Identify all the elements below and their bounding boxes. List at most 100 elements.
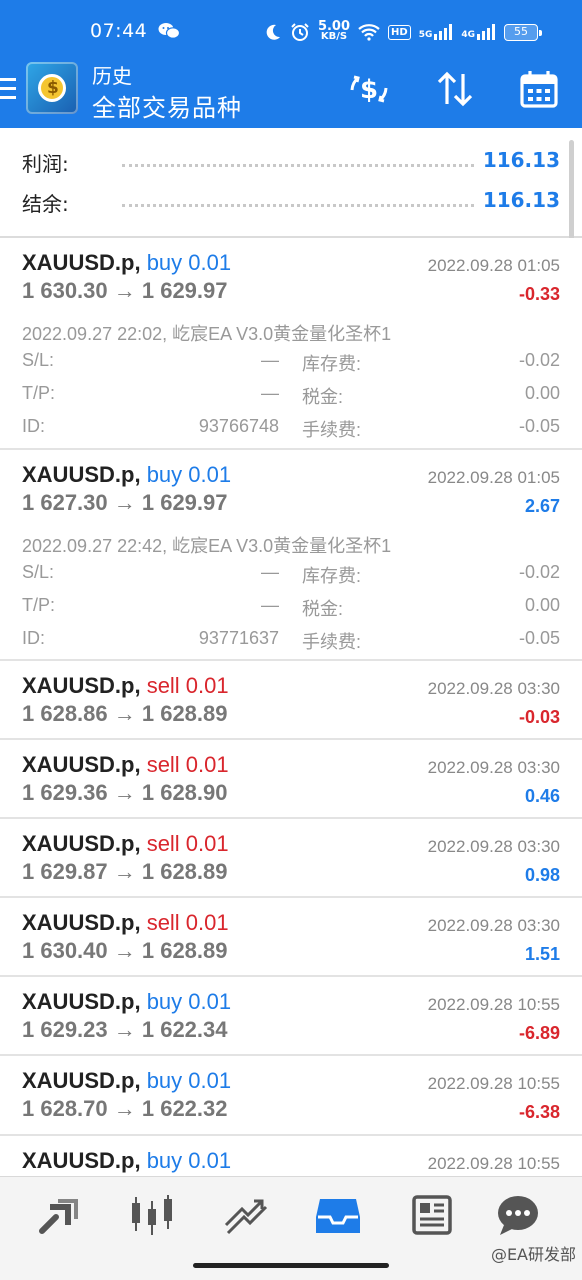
sort-icon[interactable] — [434, 68, 476, 110]
deal-detail-row: T/P: — 税金: 0.00 — [22, 383, 560, 407]
profit-value: 116.13 — [482, 148, 560, 172]
deal-detail-row: ID: 93771637 手续费: -0.05 — [22, 628, 560, 652]
deal-symbol-line: XAUUSD.p, sell 0.01 — [22, 831, 229, 857]
balance-row: 结余: 116.13 — [22, 188, 562, 218]
deal-profit: -6.38 — [518, 1102, 560, 1122]
deal-type: sell 0.01 — [146, 752, 229, 777]
svg-text:$: $ — [360, 75, 378, 105]
history-summary: 利润: 116.13 结余: 116.13 — [0, 128, 582, 238]
deal-type: sell 0.01 — [146, 673, 229, 698]
alarm-icon — [291, 23, 309, 41]
bottom-navigation: @EA研发部 — [0, 1176, 582, 1280]
tp-value: — — [261, 383, 279, 403]
deal-detail-row: S/L: — 库存费: -0.02 — [22, 562, 560, 586]
deal-close-time: 2022.09.28 10:55 — [427, 1154, 560, 1173]
deal-profit: 1.51 — [524, 944, 560, 964]
sl-label: S/L: — [22, 350, 55, 370]
symbol-filter[interactable]: 全部交易品种 — [92, 88, 242, 123]
sl-value: — — [261, 350, 279, 370]
deal-symbol-line: XAUUSD.p, buy 0.01 — [22, 250, 231, 276]
fee-value: -0.05 — [518, 416, 560, 436]
deal-item[interactable]: XAUUSD.p, sell 0.01 2022.09.28 03:30 1 6… — [0, 661, 582, 740]
dotted-leader — [122, 204, 474, 207]
deal-symbol-line: XAUUSD.p, buy 0.01 — [22, 462, 231, 488]
wifi-icon — [358, 24, 380, 41]
news-icon[interactable] — [408, 1193, 456, 1237]
deal-type: sell 0.01 — [146, 831, 229, 856]
deal-close-time: 2022.09.28 03:30 — [427, 916, 560, 935]
deal-item[interactable]: XAUUSD.p, sell 0.01 2022.09.28 03:30 1 6… — [0, 740, 582, 819]
currency-exchange-icon[interactable]: $ — [348, 68, 390, 110]
deal-type: buy 0.01 — [146, 989, 232, 1014]
deal-symbol: XAUUSD.p, — [22, 910, 141, 935]
deal-symbol: XAUUSD.p, — [22, 752, 141, 777]
page-title: 历史 — [92, 64, 132, 88]
deal-item[interactable]: XAUUSD.p, buy 0.01 2022.09.28 01:05 1 62… — [0, 450, 582, 661]
deal-type: buy 0.01 — [146, 250, 232, 275]
deal-prices: 1 630.30 → 1 629.97 — [22, 278, 228, 303]
balance-label: 结余: — [22, 192, 69, 216]
deal-item[interactable]: XAUUSD.p, sell 0.01 2022.09.28 03:30 1 6… — [0, 819, 582, 898]
calendar-icon[interactable] — [518, 68, 560, 110]
home-indicator[interactable] — [193, 1263, 389, 1268]
deal-prices: 1 629.23 → 1 622.34 — [22, 1017, 228, 1042]
net-speed: 5.00 KB/S — [317, 19, 351, 42]
deal-profit: 0.98 — [524, 865, 560, 885]
deal-close-time: 2022.09.28 01:05 — [427, 256, 560, 275]
tax-value: 0.00 — [524, 595, 560, 615]
fee-label: 手续费: — [302, 420, 362, 440]
deal-symbol: XAUUSD.p, — [22, 989, 141, 1014]
sl-value: — — [261, 562, 279, 582]
tax-label: 税金: — [302, 387, 344, 407]
trade-icon[interactable] — [222, 1193, 270, 1237]
deal-prices: 1 627.30 → 1 629.97 — [22, 490, 228, 515]
deal-close-time: 2022.09.28 01:05 — [427, 468, 560, 487]
deal-detail-row: T/P: — 税金: 0.00 — [22, 595, 560, 619]
deal-prices: 1 628.86 → 1 628.89 — [22, 701, 228, 726]
history-icon[interactable] — [314, 1193, 362, 1237]
chat-icon[interactable] — [494, 1193, 542, 1237]
profit-row: 利润: 116.13 — [22, 148, 562, 178]
deal-close-time: 2022.09.28 03:30 — [427, 837, 560, 856]
battery-icon: 55 — [504, 23, 542, 41]
deal-profit: 0.46 — [524, 786, 560, 806]
deal-item[interactable]: XAUUSD.p, sell 0.01 2022.09.28 03:30 1 6… — [0, 898, 582, 977]
deal-item[interactable]: XAUUSD.p, buy 0.01 2022.09.28 01:05 1 63… — [0, 238, 582, 450]
deal-symbol-line: XAUUSD.p, sell 0.01 — [22, 910, 229, 936]
tp-value: — — [261, 595, 279, 615]
app-logo — [26, 62, 78, 114]
id-value: 93771637 — [198, 628, 279, 648]
deal-type: sell 0.01 — [146, 910, 229, 935]
sl-label: S/L: — [22, 562, 55, 582]
quotes-icon[interactable] — [36, 1193, 84, 1237]
chart-icon[interactable] — [128, 1193, 176, 1237]
id-label: ID: — [22, 416, 46, 436]
deal-detail-row: S/L: — 库存费: -0.02 — [22, 350, 560, 374]
swap-label: 库存费: — [302, 354, 362, 374]
deal-prices: 1 629.87 → 1 628.89 — [22, 859, 228, 884]
deal-symbol: XAUUSD.p, — [22, 1148, 141, 1173]
deal-symbol: XAUUSD.p, — [22, 462, 141, 487]
deal-profit: -0.03 — [518, 707, 560, 727]
deal-item[interactable]: XAUUSD.p, buy 0.01 2022.09.28 10:55 — [0, 1136, 582, 1176]
deal-prices: 1 628.70 → 1 622.32 — [22, 1096, 228, 1121]
tp-label: T/P: — [22, 383, 56, 403]
deal-prices: 1 630.40 → 1 628.89 — [22, 938, 228, 963]
status-icons: 5.00 KB/S HD 5G 4G 55 — [264, 19, 542, 44]
fee-label: 手续费: — [302, 632, 362, 652]
deal-type: buy 0.01 — [146, 1068, 232, 1093]
hd-badge: HD — [388, 24, 411, 40]
deal-close-time: 2022.09.28 10:55 — [427, 1074, 560, 1093]
fee-value: -0.05 — [518, 628, 560, 648]
balance-value: 116.13 — [482, 188, 560, 212]
deal-profit: -0.33 — [518, 284, 560, 304]
signal-5g: 5G — [419, 24, 454, 40]
deal-item[interactable]: XAUUSD.p, buy 0.01 2022.09.28 10:55 1 62… — [0, 1056, 582, 1136]
dotted-leader — [122, 164, 474, 167]
profit-label: 利润: — [22, 152, 69, 176]
id-value: 93766748 — [198, 416, 279, 436]
deal-comment: 2022.09.27 22:02, 屹宸EA V3.0黄金量化圣杯1 — [22, 324, 392, 344]
menu-button[interactable] — [0, 78, 18, 102]
deal-symbol-line: XAUUSD.p, sell 0.01 — [22, 752, 229, 778]
deal-item[interactable]: XAUUSD.p, buy 0.01 2022.09.28 10:55 1 62… — [0, 977, 582, 1056]
